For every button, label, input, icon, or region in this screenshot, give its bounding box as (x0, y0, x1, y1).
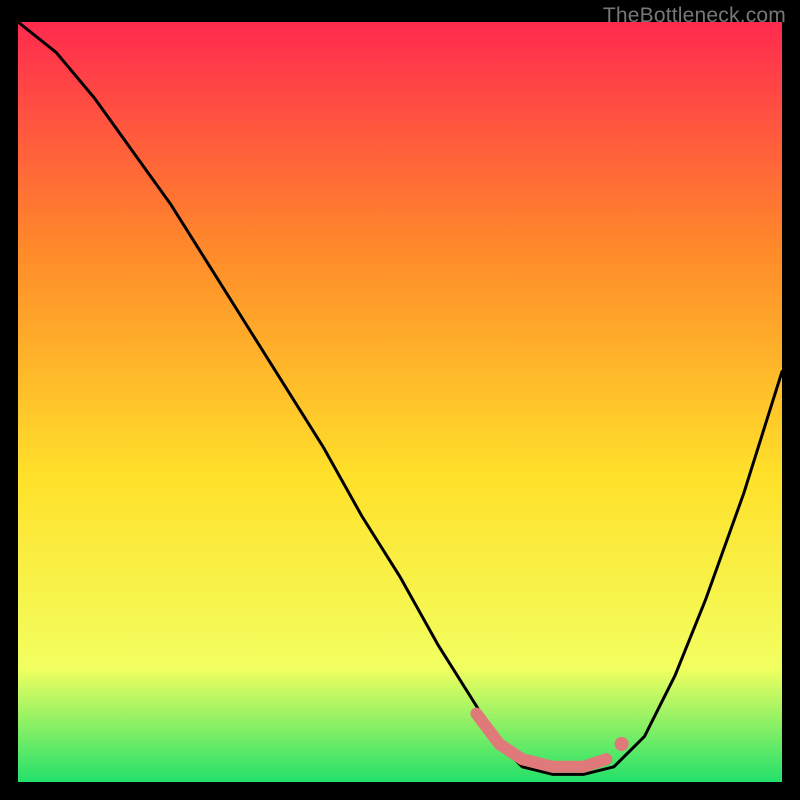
watermark-text: TheBottleneck.com (603, 4, 786, 28)
bottleneck-chart (18, 22, 782, 782)
chart-background (18, 22, 782, 782)
marker-dot (615, 737, 629, 751)
